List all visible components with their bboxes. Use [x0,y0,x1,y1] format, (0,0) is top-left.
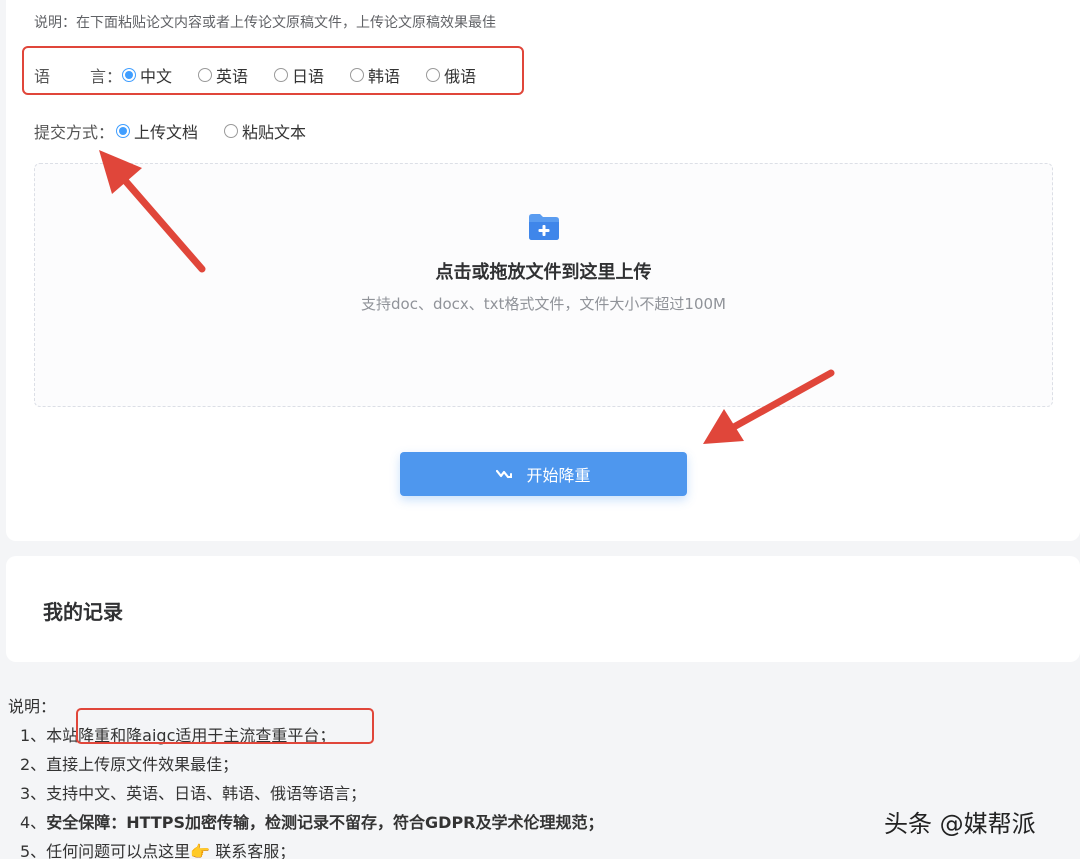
radio-dot-icon [116,124,131,138]
annotation-box-note [76,708,374,744]
annotation-box-language [22,46,524,95]
radio-dot-icon [224,124,239,138]
list-item: 4、安全保障：HTTPS加密传输，检测记录不留存，符合GDPR及学术伦理规范； [20,813,604,832]
records-title: 我的记录 [43,600,123,624]
records-card: 我的记录 [6,556,1080,662]
folder-plus-icon [527,213,561,245]
radio-upload-doc[interactable]: 上传文档 [116,119,198,143]
start-button-label: 开始降重 [526,466,591,485]
start-dedup-button[interactable]: 开始降重 [400,452,687,496]
wave-icon [496,468,513,480]
list-item: 5、任何问题可以点这里👉 联系客服； [20,842,296,859]
pointing-hand-icon: 👉 [190,842,211,859]
radio-paste-text[interactable]: 粘贴文本 [224,119,306,143]
upload-description: 说明：在下面粘贴论文内容或者上传论文原稿文件，上传论文原稿效果最佳 [34,15,496,31]
upload-hint: 支持doc、docx、txt格式文件，文件大小不超过100M [361,295,726,313]
list-item: 2、直接上传原文件效果最佳； [20,755,239,774]
list-item: 3、支持中文、英语、日语、韩语、俄语等语言； [20,784,367,803]
upload-title: 点击或拖放文件到这里上传 [435,262,652,283]
submit-mode-label: 提交方式： [34,123,115,142]
upload-dropzone[interactable]: 点击或拖放文件到这里上传 支持doc、docx、txt格式文件，文件大小不超过1… [34,163,1053,407]
contact-support-link[interactable]: 联系客服； [210,842,295,859]
submit-mode-selector: 提交方式： 上传文档 粘贴文本 [34,119,332,143]
watermark: 头条 @媒帮派 [884,810,1036,838]
